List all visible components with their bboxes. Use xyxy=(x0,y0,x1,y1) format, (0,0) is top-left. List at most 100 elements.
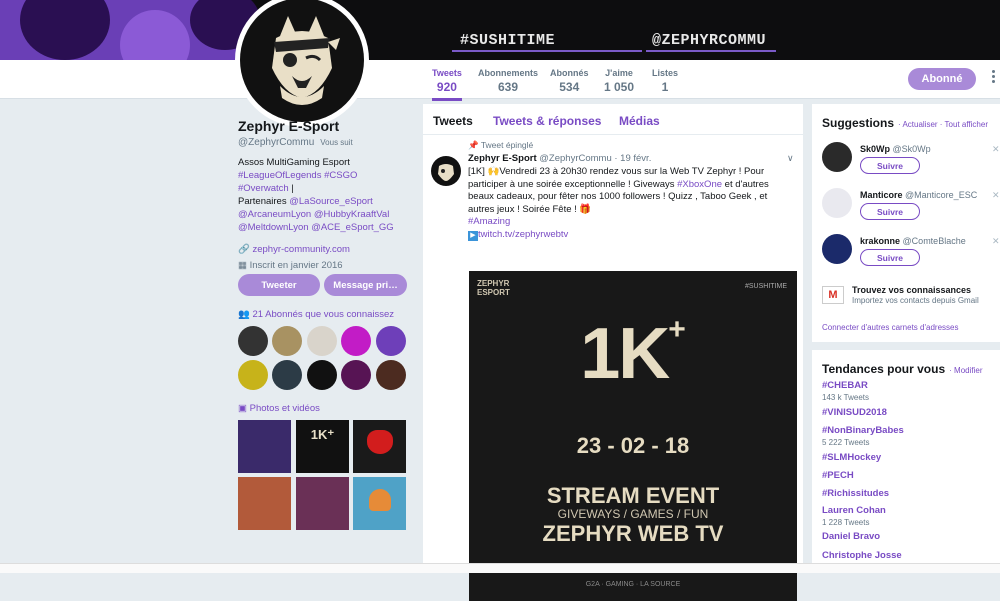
tweet-author-name[interactable]: Zephyr E-Sport xyxy=(468,153,537,164)
more-options-icon[interactable] xyxy=(990,68,996,90)
suggestion-avatar[interactable] xyxy=(822,188,852,218)
follower-avatar[interactable] xyxy=(376,326,406,356)
profile-handle[interactable]: @ZephyrCommu xyxy=(238,137,314,148)
trend-item[interactable]: Christophe Josse xyxy=(822,550,902,561)
media-thumbnail[interactable] xyxy=(353,420,406,473)
following-button[interactable]: Abonné xyxy=(908,68,976,90)
tab-media[interactable]: Médias xyxy=(619,114,660,128)
gmail-icon: M xyxy=(822,286,844,304)
dismiss-icon[interactable]: ✕ xyxy=(992,144,1000,155)
trend-item[interactable]: Daniel Bravo xyxy=(822,531,880,542)
follows-you-badge: Vous suit xyxy=(320,138,353,147)
tweet-hashtag[interactable]: #XboxOne xyxy=(677,179,722,190)
follower-avatar[interactable] xyxy=(272,326,302,356)
suggestion-name[interactable]: Sk0Wp xyxy=(860,144,890,154)
message-button[interactable]: Message pri… xyxy=(324,274,407,296)
connect-address-books-link[interactable]: Connecter d'autres carnets d'adresses xyxy=(822,323,958,332)
photos-videos-link[interactable]: ▣ Photos et vidéos xyxy=(238,403,320,414)
suggestion-avatar[interactable] xyxy=(822,142,852,172)
trend-item[interactable]: Lauren Cohan 1 228 Tweets xyxy=(822,505,886,527)
trend-item[interactable]: #CHEBAR 143 k Tweets xyxy=(822,380,869,402)
suggestions-actions[interactable]: · Actualiser · Tout afficher xyxy=(898,120,988,129)
stat-value: 639 xyxy=(497,80,519,94)
tweet-button[interactable]: Tweeter xyxy=(238,274,320,296)
media-thumbnail[interactable]: 1K⁺ xyxy=(296,420,349,473)
trends-title: Tendances pour vous xyxy=(822,362,946,376)
trend-count: 5 222 Tweets xyxy=(822,438,870,447)
trends-title-row: Tendances pour vous · Modifier xyxy=(822,362,982,376)
suggestion-name[interactable]: Manticore xyxy=(860,190,903,200)
tweet-date[interactable]: · 19 févr. xyxy=(614,153,651,164)
tweet-image[interactable]: ZEPHYR ESPORT #SUSHITIME 1K+ 23 - 02 - 1… xyxy=(469,271,797,601)
trend-item[interactable]: #PECH xyxy=(822,470,854,481)
follower-avatar[interactable] xyxy=(307,326,337,356)
trend-item[interactable]: #NonBinaryBabes 5 222 Tweets xyxy=(822,425,904,447)
trend-count: 143 k Tweets xyxy=(822,393,869,402)
media-thumbnail[interactable] xyxy=(238,477,291,530)
follow-button[interactable]: Suivre xyxy=(860,249,920,266)
link-arrow-icon: ▶ xyxy=(468,230,478,241)
suggestion-item: Sk0Wp @Sk0Wp Suivre ✕ xyxy=(822,142,1000,184)
trend-count: 1 228 Tweets xyxy=(822,518,870,527)
website-link[interactable]: zephyr-community.com xyxy=(252,244,350,255)
bio-hashtags[interactable]: #LeagueOfLegends #CSGO #Overwatch xyxy=(238,170,357,194)
dismiss-icon[interactable]: ✕ xyxy=(992,190,1000,201)
follower-avatar[interactable] xyxy=(238,360,268,390)
tab-tweets[interactable]: Tweets xyxy=(433,114,473,128)
bio-partner-link[interactable]: @LaSource_eSport xyxy=(289,196,373,207)
trend-name: #SLMHockey xyxy=(822,452,882,463)
follower-avatar[interactable] xyxy=(238,326,268,356)
stat-label: Abonnés xyxy=(550,68,589,78)
follower-avatar[interactable] xyxy=(341,360,371,390)
trend-name: Daniel Bravo xyxy=(822,531,881,542)
follower-avatar[interactable] xyxy=(272,360,302,390)
stat-lists[interactable]: Listes 1 xyxy=(652,68,678,94)
trend-name: #Richissitudes xyxy=(822,488,890,499)
profile-handle-row: @ZephyrCommu Vous suit xyxy=(238,137,408,148)
stat-following[interactable]: Abonnements 639 xyxy=(478,68,538,94)
suggestion-name-row: Sk0Wp @Sk0Wp xyxy=(860,144,931,154)
follower-avatar[interactable] xyxy=(341,326,371,356)
follower-avatar[interactable] xyxy=(307,360,337,390)
suggestion-name[interactable]: krakonne xyxy=(860,236,900,246)
stat-value: 1 xyxy=(661,80,669,94)
media-thumbnail[interactable] xyxy=(353,477,406,530)
image-sponsors: G2A · GAMING · LA SOURCE xyxy=(585,581,681,588)
trend-item[interactable]: #SLMHockey xyxy=(822,452,881,463)
suggestion-avatar[interactable] xyxy=(822,234,852,264)
follower-avatar[interactable] xyxy=(376,360,406,390)
trend-item[interactable]: #Richissitudes xyxy=(822,488,889,499)
timeline: Tweets Tweets & réponses Médias 📌 Tweet … xyxy=(423,104,803,601)
trend-name: Lauren Cohan xyxy=(822,505,886,516)
image-icon: ▣ xyxy=(238,403,247,414)
tweet-author-handle[interactable]: @ZephyrCommu xyxy=(539,153,611,164)
image-line3: ZEPHYR WEB TV xyxy=(542,521,724,546)
tab-tweets-replies[interactable]: Tweets & réponses xyxy=(493,114,601,128)
media-thumbnail[interactable] xyxy=(238,420,291,473)
chevron-down-icon[interactable]: ∨ xyxy=(787,153,794,164)
image-headline: 1K+ xyxy=(469,313,797,395)
stat-followers[interactable]: Abonnés 534 xyxy=(550,68,589,94)
dismiss-icon[interactable]: ✕ xyxy=(992,236,1000,247)
bio-text: Assos MultiGaming Esport xyxy=(238,157,350,168)
trend-name: #NonBinaryBabes xyxy=(822,425,904,436)
suggestion-name-row: krakonne @ComteBlache xyxy=(860,236,966,246)
bio-partner-links-2[interactable]: @MeltdownLyon @ACE_eSport_GG xyxy=(238,222,394,233)
contacts-title[interactable]: Trouvez vos connaissances xyxy=(852,285,971,295)
tweet-author-avatar[interactable] xyxy=(431,156,461,186)
tweet-hashtag[interactable]: #Amazing xyxy=(468,216,510,227)
profile-name[interactable]: Zephyr E-Sport xyxy=(238,118,408,134)
banner-underline-2 xyxy=(646,50,776,52)
profile-avatar[interactable] xyxy=(235,0,369,127)
follow-button[interactable]: Suivre xyxy=(860,203,920,220)
tweet-link[interactable]: twitch.tv/zephyrwebtv xyxy=(478,229,568,240)
stat-likes[interactable]: J'aime 1 050 xyxy=(604,68,634,94)
bio-partner-links[interactable]: @ArcaneumLyon @HubbyKraaftVal xyxy=(238,209,389,220)
follow-button[interactable]: Suivre xyxy=(860,157,920,174)
trends-modify-link[interactable]: · Modifier xyxy=(949,366,982,375)
stat-label: J'aime xyxy=(605,68,633,78)
stat-tweets[interactable]: Tweets 920 xyxy=(432,68,462,101)
media-thumbnail[interactable] xyxy=(296,477,349,530)
known-followers-link[interactable]: 👥 21 Abonnés que vous connaissez xyxy=(238,309,394,320)
trend-item[interactable]: #VINISUD2018 xyxy=(822,407,887,418)
